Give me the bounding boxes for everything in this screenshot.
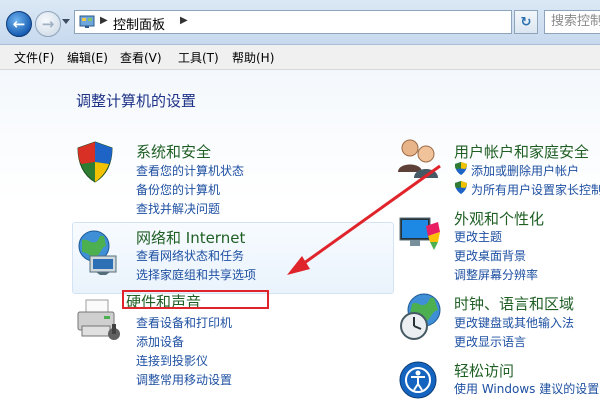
menu-help[interactable]: 帮助(H) — [232, 49, 274, 66]
breadcrumb-separator[interactable]: ▶ — [180, 15, 188, 26]
address-toolbar: ← → ▶ 控制面板 ▶ ↻ 搜索控制 — [0, 0, 600, 45]
menu-file[interactable]: 文件(F) — [14, 49, 54, 66]
breadcrumb-control-panel[interactable]: 控制面板 — [113, 14, 165, 33]
address-bar[interactable]: ▶ 控制面板 ▶ — [74, 10, 569, 34]
menu-view[interactable]: 查看(V) — [120, 49, 162, 66]
recent-pages-dropdown[interactable] — [62, 19, 70, 24]
breadcrumb-separator[interactable]: ▶ — [100, 15, 108, 26]
control-panel-content: 调整计算机的设置 系统和安全 查看您的计算机状态 备份您的计算机 查找并解决问题… — [0, 70, 600, 400]
search-input[interactable]: 搜索控制 — [544, 10, 600, 34]
menu-edit[interactable]: 编辑(E) — [67, 49, 108, 66]
annotation-arrow — [287, 164, 441, 275]
menu-tools[interactable]: 工具(T) — [178, 49, 219, 66]
back-button[interactable]: ← — [6, 11, 32, 37]
forward-button[interactable]: → — [35, 11, 61, 37]
refresh-icon[interactable]: ↻ — [514, 10, 538, 34]
control-panel-icon — [79, 15, 95, 28]
menu-bar: 文件(F) 编辑(E) 查看(V) 工具(T) 帮助(H) — [0, 45, 600, 70]
